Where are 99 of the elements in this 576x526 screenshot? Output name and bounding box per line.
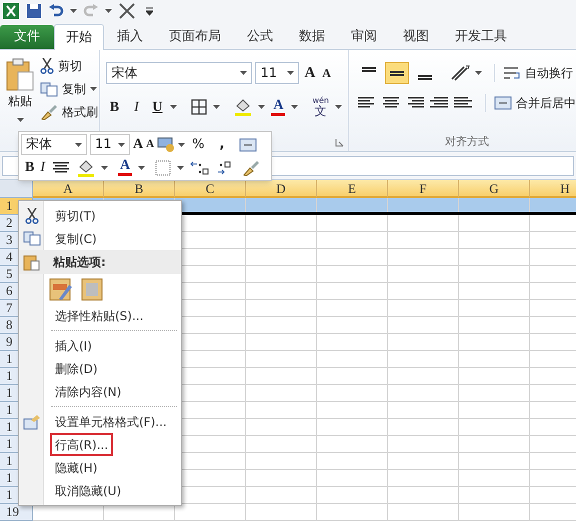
caret-icon <box>291 105 298 109</box>
caret-icon <box>75 142 82 146</box>
copy-icon <box>40 82 58 96</box>
font-name-dropdown[interactable]: 宋体 <box>106 62 252 84</box>
column-header[interactable]: G <box>459 180 530 198</box>
wrap-text-button[interactable]: 自动换行 <box>494 64 573 82</box>
group-label: 对齐方式 <box>445 135 489 149</box>
font-name-dropdown[interactable]: 宋体 <box>21 134 87 155</box>
underline-button[interactable]: U <box>150 96 164 118</box>
copy-icon <box>22 231 40 246</box>
increase-decimal-icon[interactable] <box>190 160 210 176</box>
caret-icon <box>335 105 342 109</box>
caret-icon <box>475 71 482 75</box>
caret-icon <box>178 142 186 146</box>
ribbon-tab[interactable]: 插入 <box>104 25 156 49</box>
paste-formatting-icon[interactable] <box>49 277 73 301</box>
menu-item[interactable]: 删除(D) <box>50 357 103 380</box>
number-format-icon[interactable] <box>157 136 176 152</box>
caret-icon <box>258 105 266 109</box>
menu-item[interactable]: 取消隐藏(U) <box>50 479 126 502</box>
ribbon-tab[interactable]: 文件 <box>0 25 54 49</box>
app-icon[interactable] <box>2 2 20 20</box>
menu-item[interactable]: 插入(I) <box>50 334 97 357</box>
text-orientation-icon[interactable] <box>449 64 471 82</box>
menu-item[interactable]: 清除内容(N) <box>50 380 126 403</box>
cut-button[interactable]: 剪切 <box>40 56 98 76</box>
italic-button[interactable]: I <box>40 157 46 178</box>
ribbon-tab[interactable]: 公式 <box>234 25 286 49</box>
menu-item[interactable]: 设置单元格格式(F)... <box>50 410 172 433</box>
menu-item[interactable]: 行高(R)... <box>50 433 114 456</box>
ribbon-tab[interactable]: 审阅 <box>338 25 390 49</box>
caret-icon <box>240 71 248 76</box>
bold-button[interactable]: B <box>106 96 122 118</box>
column-header[interactable]: A <box>33 180 104 198</box>
comma-button[interactable]: , <box>219 134 224 154</box>
paste-values-icon[interactable] <box>81 277 105 301</box>
column-header[interactable]: E <box>317 180 388 198</box>
column-header[interactable]: D <box>246 180 317 198</box>
wrap-text-icon <box>503 66 521 80</box>
grow-font-button[interactable]: A <box>133 134 144 155</box>
shrink-font-button[interactable]: A <box>320 64 333 82</box>
caret-icon <box>70 9 77 13</box>
menu-item[interactable]: 选择性粘贴(S)... <box>50 304 148 327</box>
percent-button[interactable]: % <box>192 134 204 154</box>
shrink-font-button[interactable]: A <box>146 136 154 153</box>
ribbon-tab[interactable]: 视图 <box>390 25 442 49</box>
scissors-icon <box>40 58 54 74</box>
fill-color-icon[interactable] <box>234 98 252 116</box>
column-header[interactable]: F <box>388 180 459 198</box>
ribbon-tab[interactable]: 页面布局 <box>156 25 234 49</box>
ribbon-tab[interactable]: 数据 <box>286 25 338 49</box>
caret-icon <box>101 166 108 170</box>
merge-cells-icon[interactable] <box>239 138 258 152</box>
caret-icon <box>118 142 125 146</box>
caret-icon <box>213 105 220 109</box>
undo-icon[interactable] <box>48 4 64 18</box>
copy-button[interactable]: 复制 <box>40 79 98 99</box>
caret-icon <box>16 118 24 122</box>
paste-button[interactable]: 粘贴 <box>0 54 40 122</box>
font-size-dropdown[interactable]: 11 <box>255 62 300 84</box>
grow-font-button[interactable]: A <box>302 62 318 84</box>
font-color-button[interactable]: A <box>118 159 132 176</box>
menu-item[interactable]: 复制(C) <box>50 227 102 250</box>
italic-button[interactable]: I <box>128 96 144 118</box>
column-header[interactable]: B <box>104 180 175 198</box>
brush-icon <box>40 104 58 120</box>
customize-toolbar-icon[interactable] <box>146 6 153 16</box>
format-cells-icon <box>22 414 40 430</box>
ribbon-tab[interactable]: 开始 <box>54 24 104 50</box>
caret-icon <box>90 87 97 91</box>
format-painter-button[interactable]: 格式刷 <box>40 102 98 122</box>
vertical-align-button[interactable] <box>385 62 409 84</box>
merge-cells-icon <box>494 96 512 110</box>
merge-center-button[interactable]: 合并后居中 <box>485 94 576 112</box>
caret-icon <box>170 105 178 109</box>
caret-icon <box>177 166 184 170</box>
tools-icon[interactable] <box>118 2 136 20</box>
scissors-icon <box>24 208 38 224</box>
menu-item[interactable]: 隐藏(H) <box>50 456 102 479</box>
bold-button[interactable]: B <box>25 157 34 178</box>
save-icon[interactable] <box>26 3 42 19</box>
column-header[interactable]: C <box>175 180 246 198</box>
caret-icon <box>138 166 146 170</box>
borders-icon[interactable] <box>191 99 208 115</box>
column-header[interactable]: H <box>530 180 576 198</box>
row-header[interactable]: 19 <box>0 504 33 521</box>
clipboard-icon <box>23 254 40 270</box>
ribbon-tab[interactable]: 开发工具 <box>442 25 520 49</box>
fill-color-icon[interactable] <box>77 158 96 176</box>
menu-section-header: 粘贴选项: <box>53 254 106 271</box>
clipboard-icon <box>5 58 35 92</box>
dialog-launcher-icon[interactable] <box>335 138 344 147</box>
menu-item[interactable]: 剪切(T) <box>50 204 101 227</box>
caret-icon <box>105 9 112 13</box>
font-size-dropdown[interactable]: 11 <box>90 134 130 155</box>
phonetic-guide-button[interactable]: wén 文 <box>312 97 329 117</box>
caret-icon <box>287 71 294 76</box>
brush-icon[interactable] <box>242 160 260 176</box>
font-color-button[interactable]: A <box>271 98 286 116</box>
